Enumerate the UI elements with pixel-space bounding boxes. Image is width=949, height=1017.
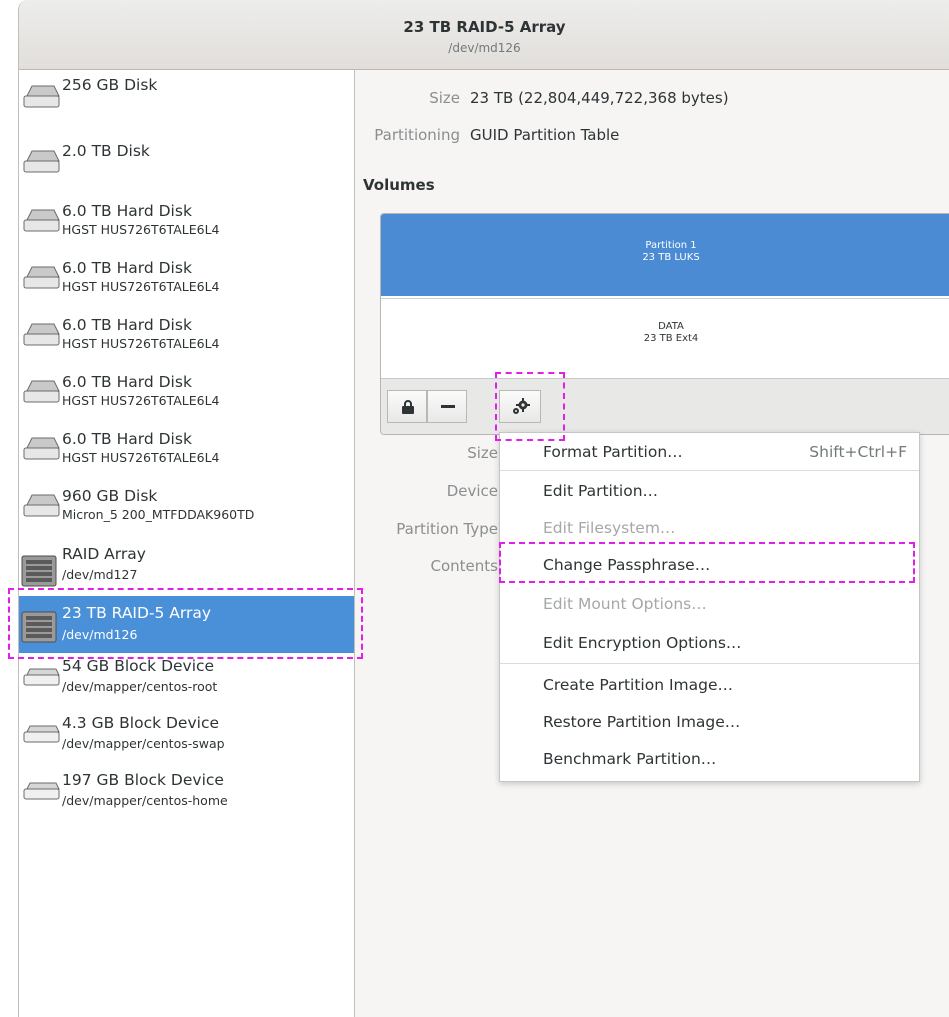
partitioning-value: GUID Partition Table — [470, 126, 620, 144]
device-item-256gb-disk[interactable]: 256 GB Disk — [19, 70, 354, 127]
lock-button[interactable] — [387, 390, 427, 423]
volumes-heading: Volumes — [363, 176, 435, 194]
device-name: 6.0 TB Hard Disk — [62, 430, 192, 448]
raid-array-icon — [21, 555, 57, 587]
volumes-map: Partition 1 23 TB LUKS DATA 23 TB Ext4 — [380, 213, 949, 435]
device-name: 2.0 TB Disk — [62, 142, 150, 160]
hard-disk-icon — [23, 437, 60, 460]
data-volume-name: DATA — [658, 321, 684, 332]
window-subtitle: /dev/md126 — [448, 41, 521, 55]
title-bar: 23 TB RAID-5 Array /dev/md126 — [19, 0, 949, 70]
device-item-6tb-hard-disk-3[interactable]: 6.0 TB Hard Disk HGST HUS726T6TALE6L4 — [19, 312, 354, 369]
device-name: 197 GB Block Device — [62, 771, 224, 789]
device-name: 960 GB Disk — [62, 487, 158, 505]
partition-1-desc: 23 TB LUKS — [642, 252, 700, 263]
partitioning-label: Partitioning — [374, 126, 460, 144]
menu-item-benchmark-partition[interactable]: Benchmark Partition… — [500, 742, 919, 778]
menu-item-label: Change Passphrase… — [543, 556, 711, 574]
menu-item-label: Edit Filesystem… — [543, 519, 676, 537]
device-model: HGST HUS726T6TALE6L4 — [62, 336, 220, 351]
device-path: /dev/md126 — [62, 627, 138, 642]
raid-array-icon — [21, 611, 57, 643]
remove-partition-button[interactable] — [427, 390, 467, 423]
hard-disk-icon — [23, 209, 60, 232]
menu-item-edit-partition[interactable]: Edit Partition… — [500, 474, 919, 510]
device-model: HGST HUS726T6TALE6L4 — [62, 393, 220, 408]
window-title: 23 TB RAID-5 Array — [403, 18, 566, 36]
hard-disk-icon — [23, 323, 60, 346]
block-device-icon — [23, 668, 60, 686]
device-item-6tb-hard-disk-5[interactable]: 6.0 TB Hard Disk HGST HUS726T6TALE6L4 — [19, 426, 354, 483]
partition-type-label: Partition Type — [396, 520, 498, 538]
partition-1-name: Partition 1 — [645, 240, 697, 251]
device-item-4gb-block-device[interactable]: 4.3 GB Block Device /dev/mapper/centos-s… — [19, 710, 354, 767]
menu-item-edit-filesystem[interactable]: Edit Filesystem… — [500, 511, 919, 547]
device-item-54gb-block-device[interactable]: 54 GB Block Device /dev/mapper/centos-ro… — [19, 653, 354, 710]
device-model: HGST HUS726T6TALE6L4 — [62, 450, 220, 465]
device-model: Micron_5 200_MTFDDAK960TD — [62, 507, 255, 522]
partition-context-menu: Format Partition… Shift+Ctrl+F Edit Part… — [499, 432, 920, 782]
menu-item-format-partition[interactable]: Format Partition… Shift+Ctrl+F — [500, 435, 919, 471]
partition-device-label: Device — [446, 482, 498, 500]
menu-item-edit-mount-options[interactable]: Edit Mount Options… — [500, 587, 919, 623]
menu-separator — [500, 470, 919, 471]
device-model: HGST HUS726T6TALE6L4 — [62, 222, 220, 237]
device-name: 23 TB RAID-5 Array — [62, 604, 212, 622]
device-item-2tb-disk[interactable]: 2.0 TB Disk — [19, 127, 354, 184]
device-name: 256 GB Disk — [62, 76, 158, 94]
size-value: 23 TB (22,804,449,722,368 bytes) — [470, 89, 729, 107]
device-item-23tb-raid5-array[interactable]: 23 TB RAID-5 Array /dev/md126 — [19, 596, 354, 653]
device-path: /dev/mapper/centos-root — [62, 679, 218, 694]
device-path: /dev/mapper/centos-swap — [62, 736, 225, 751]
gears-icon — [513, 398, 530, 414]
menu-item-label: Restore Partition Image… — [543, 713, 741, 731]
partition-size-label: Size — [467, 444, 498, 462]
device-path: /dev/mapper/centos-home — [62, 793, 228, 808]
hard-disk-icon — [23, 380, 60, 403]
menu-item-label: Edit Mount Options… — [543, 595, 707, 613]
device-name: 4.3 GB Block Device — [62, 714, 220, 732]
menu-separator — [500, 663, 919, 664]
device-item-197gb-block-device[interactable]: 197 GB Block Device /dev/mapper/centos-h… — [19, 767, 354, 824]
device-name: 6.0 TB Hard Disk — [62, 373, 192, 391]
menu-item-label: Benchmark Partition… — [543, 750, 717, 768]
device-model: HGST HUS726T6TALE6L4 — [62, 279, 220, 294]
disk-icon — [23, 85, 60, 108]
device-list: 256 GB Disk 2.0 TB Disk 6.0 TB Hard Disk… — [19, 70, 355, 1017]
data-volume-desc: 23 TB Ext4 — [643, 333, 699, 344]
minus-icon — [441, 405, 455, 408]
disk-icon — [23, 494, 60, 517]
volume-toolbar — [381, 378, 949, 434]
device-name: 6.0 TB Hard Disk — [62, 202, 192, 220]
disk-icon — [23, 150, 60, 173]
menu-item-label: Edit Partition… — [543, 482, 659, 500]
menu-item-create-partition-image[interactable]: Create Partition Image… — [500, 668, 919, 704]
device-name: 54 GB Block Device — [62, 657, 215, 675]
device-path: /dev/md127 — [62, 567, 138, 582]
partition-contents-label: Contents — [430, 557, 498, 575]
partition-options-button[interactable] — [499, 390, 541, 423]
menu-item-label: Create Partition Image… — [543, 676, 733, 694]
device-item-6tb-hard-disk-4[interactable]: 6.0 TB Hard Disk HGST HUS726T6TALE6L4 — [19, 369, 354, 426]
block-device-icon — [23, 725, 60, 743]
device-item-6tb-hard-disk-2[interactable]: 6.0 TB Hard Disk HGST HUS726T6TALE6L4 — [19, 255, 354, 312]
device-name: RAID Array — [62, 545, 146, 563]
lock-icon — [402, 400, 414, 414]
device-item-960gb-disk[interactable]: 960 GB Disk Micron_5 200_MTFDDAK960TD — [19, 483, 354, 540]
menu-item-label: Edit Encryption Options… — [543, 634, 742, 652]
menu-item-edit-encryption-options[interactable]: Edit Encryption Options… — [500, 626, 919, 662]
menu-item-label: Format Partition… — [543, 443, 683, 461]
partition-1-block[interactable]: Partition 1 23 TB LUKS — [381, 214, 949, 296]
device-item-raid-array[interactable]: RAID Array /dev/md127 — [19, 540, 354, 597]
menu-item-restore-partition-image[interactable]: Restore Partition Image… — [500, 705, 919, 741]
device-name: 6.0 TB Hard Disk — [62, 316, 192, 334]
size-label: Size — [429, 89, 460, 107]
block-device-icon — [23, 782, 60, 800]
menu-item-accelerator: Shift+Ctrl+F — [809, 443, 907, 461]
data-volume-block[interactable]: DATA 23 TB Ext4 — [381, 298, 949, 379]
device-name: 6.0 TB Hard Disk — [62, 259, 192, 277]
hard-disk-icon — [23, 266, 60, 289]
device-item-6tb-hard-disk-1[interactable]: 6.0 TB Hard Disk HGST HUS726T6TALE6L4 — [19, 198, 354, 255]
menu-item-change-passphrase[interactable]: Change Passphrase… — [500, 548, 919, 584]
